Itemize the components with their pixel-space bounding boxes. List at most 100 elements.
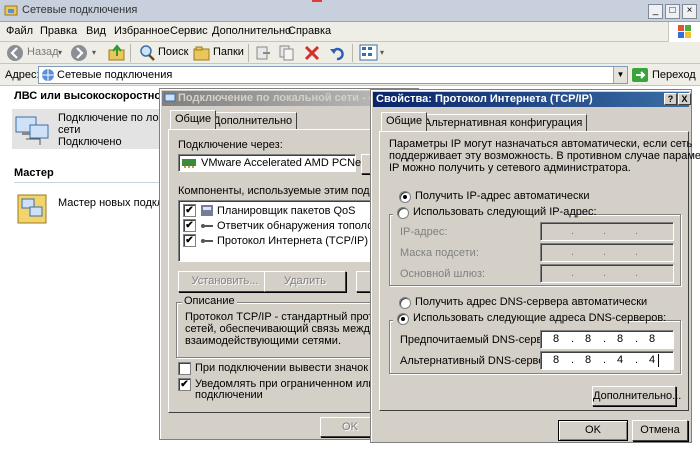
dns-octet: 4 xyxy=(617,354,624,366)
tab-general[interactable]: Общие xyxy=(381,112,428,131)
dns-octet: 8 xyxy=(585,354,592,366)
group-rule xyxy=(14,182,159,183)
network-protocol-icon xyxy=(200,235,214,247)
tab-general[interactable]: Общие xyxy=(170,110,217,129)
dns-auto-radio[interactable] xyxy=(399,297,411,309)
close-icon[interactable]: × xyxy=(682,4,697,19)
go-button-label[interactable]: Переход xyxy=(652,69,696,81)
ok-button[interactable]: OK xyxy=(558,420,628,441)
delete-icon[interactable] xyxy=(304,45,320,61)
search-icon[interactable] xyxy=(138,44,156,62)
move-to-icon[interactable] xyxy=(255,45,271,61)
notify-checkbox[interactable]: ✔ xyxy=(178,378,191,391)
install-button[interactable]: Установить... xyxy=(178,271,272,292)
back-arrow-icon[interactable] xyxy=(6,44,24,62)
tcpip-properties-dialog: Свойства: Протокол Интернета (TCP/IP) ? … xyxy=(370,89,700,443)
ip-address-label: IP-адрес: xyxy=(400,226,448,238)
notify-label-continued: подключении xyxy=(195,389,263,401)
menu-favorites[interactable]: Избранное xyxy=(114,25,170,37)
component-checkbox[interactable]: ✔ xyxy=(183,204,196,217)
toolbar-separator xyxy=(352,44,353,62)
help-icon: ? xyxy=(667,94,674,104)
menu-help[interactable]: Справка xyxy=(288,25,331,37)
new-connection-wizard-item[interactable]: Мастер новых подключе xyxy=(12,189,183,229)
advanced-button[interactable]: Дополнительно... xyxy=(592,386,681,406)
lan-connection-icon xyxy=(14,113,50,147)
close-button[interactable]: X xyxy=(678,93,691,105)
subnet-input[interactable]: ... xyxy=(540,243,674,262)
dns-octet: 8 xyxy=(585,333,592,345)
menu-advanced[interactable]: Дополнительно xyxy=(212,25,291,37)
preferred-dns-label: Предпочитаемый DNS-сервер: xyxy=(400,334,558,346)
component-checkbox[interactable]: ✔ xyxy=(183,219,196,232)
ip-manual-option[interactable]: Использовать следующий IP-адрес: xyxy=(393,206,597,221)
remove-button[interactable]: Удалить xyxy=(264,271,346,292)
alternate-dns-input[interactable]: 8 . 8 . 4 . 4 xyxy=(540,351,674,370)
dns-manual-option[interactable]: Использовать следующие адреса DNS-сервер… xyxy=(393,312,666,327)
preferred-dns-input[interactable]: 8 . 8 . 8 . 8 xyxy=(540,330,674,349)
maximize-icon[interactable]: □ xyxy=(665,4,680,19)
install-button-label: Установить... xyxy=(191,275,259,287)
tab-alternate-configuration[interactable]: Альтернативная конфигурация xyxy=(419,114,588,131)
copy-to-icon[interactable] xyxy=(279,45,295,61)
search-button-label[interactable]: Поиск xyxy=(158,46,188,58)
ip-auto-radio[interactable] xyxy=(399,191,411,203)
help-button[interactable]: ? xyxy=(664,93,677,105)
address-field[interactable]: Сетевые подключения ▼ xyxy=(38,66,628,84)
ip-address-input[interactable]: ... xyxy=(540,222,674,241)
network-adapter-icon xyxy=(182,158,196,168)
text-cursor xyxy=(658,354,659,367)
toolbar: Назад ▾ ▾ Поиск Папки ▾ xyxy=(0,42,700,64)
folders-icon[interactable] xyxy=(193,44,211,62)
views-dropdown-icon[interactable]: ▾ xyxy=(380,48,384,57)
gateway-input[interactable]: ... xyxy=(540,264,674,283)
ip-auto-label[interactable]: Получить IP-адрес автоматически xyxy=(415,190,589,202)
qos-scheduler-icon xyxy=(200,204,214,217)
lan-dialog-icon xyxy=(164,92,176,104)
connection-item-lan[interactable]: Подключение по локаль сети Подключено xyxy=(12,109,182,149)
dns-auto-label[interactable]: Получить адрес DNS-сервера автоматически xyxy=(415,296,647,308)
adapter-field: VMware Accelerated AMD PCNet Ad xyxy=(178,154,380,172)
up-folder-icon[interactable] xyxy=(108,44,126,62)
address-bar: Адрес: Сетевые подключения ▼ Переход xyxy=(0,64,700,86)
undo-icon[interactable] xyxy=(329,45,345,61)
ip-manual-label[interactable]: Использовать следующий IP-адрес: xyxy=(413,206,597,218)
minimize-icon[interactable]: _ xyxy=(648,4,663,19)
dns-manual-radio[interactable] xyxy=(397,313,409,325)
folders-button-label[interactable]: Папки xyxy=(213,46,244,58)
menu-file[interactable]: Файл xyxy=(6,25,33,37)
go-arrow-icon[interactable] xyxy=(632,68,648,82)
forward-dropdown-icon[interactable]: ▾ xyxy=(92,48,96,57)
title-accent xyxy=(312,0,322,2)
component-label: Протокол Интернета (TCP/IP) xyxy=(217,235,369,247)
window-titlebar: Сетевые подключения _ □ × xyxy=(0,0,700,22)
address-dropdown-icon[interactable]: ▼ xyxy=(613,67,627,83)
menu-tools[interactable]: Сервис xyxy=(170,25,208,37)
network-folder-icon xyxy=(4,3,18,17)
menu-edit[interactable]: Правка xyxy=(40,25,77,37)
back-dropdown-icon[interactable]: ▾ xyxy=(58,48,62,57)
menu-view[interactable]: Вид xyxy=(86,25,106,37)
description-legend: Описание xyxy=(182,295,237,307)
forward-arrow-icon[interactable] xyxy=(70,44,88,62)
dns-manual-label[interactable]: Использовать следующие адреса DNS-сервер… xyxy=(413,312,666,324)
group-header-wizard: Мастер xyxy=(14,167,54,179)
show-icon-checkbox[interactable] xyxy=(178,362,191,375)
connect-using-label: Подключение через: xyxy=(178,139,283,151)
dns-octet: 8 xyxy=(649,333,656,345)
info-line: IP можно получить у сетевого администрат… xyxy=(389,162,631,174)
back-button-label[interactable]: Назад xyxy=(27,46,59,58)
component-checkbox[interactable]: ✔ xyxy=(183,234,196,247)
ip-manual-radio[interactable] xyxy=(397,207,409,219)
cancel-button[interactable]: Отмена xyxy=(632,420,688,441)
dns-octet: 8 xyxy=(553,354,560,366)
connection-status: Подключено xyxy=(58,136,122,148)
dns-octet: 8 xyxy=(617,333,624,345)
tab-advanced[interactable]: Дополнительно xyxy=(208,112,298,129)
toolbar-separator xyxy=(248,44,249,62)
tcpip-dialog-titlebar: Свойства: Протокол Интернета (TCP/IP) ? … xyxy=(373,92,691,107)
wizard-icon xyxy=(16,191,50,227)
window-title: Сетевые подключения xyxy=(22,4,138,16)
info-line: Параметры IP могут назначаться автоматич… xyxy=(389,138,693,150)
views-icon[interactable] xyxy=(359,44,379,62)
